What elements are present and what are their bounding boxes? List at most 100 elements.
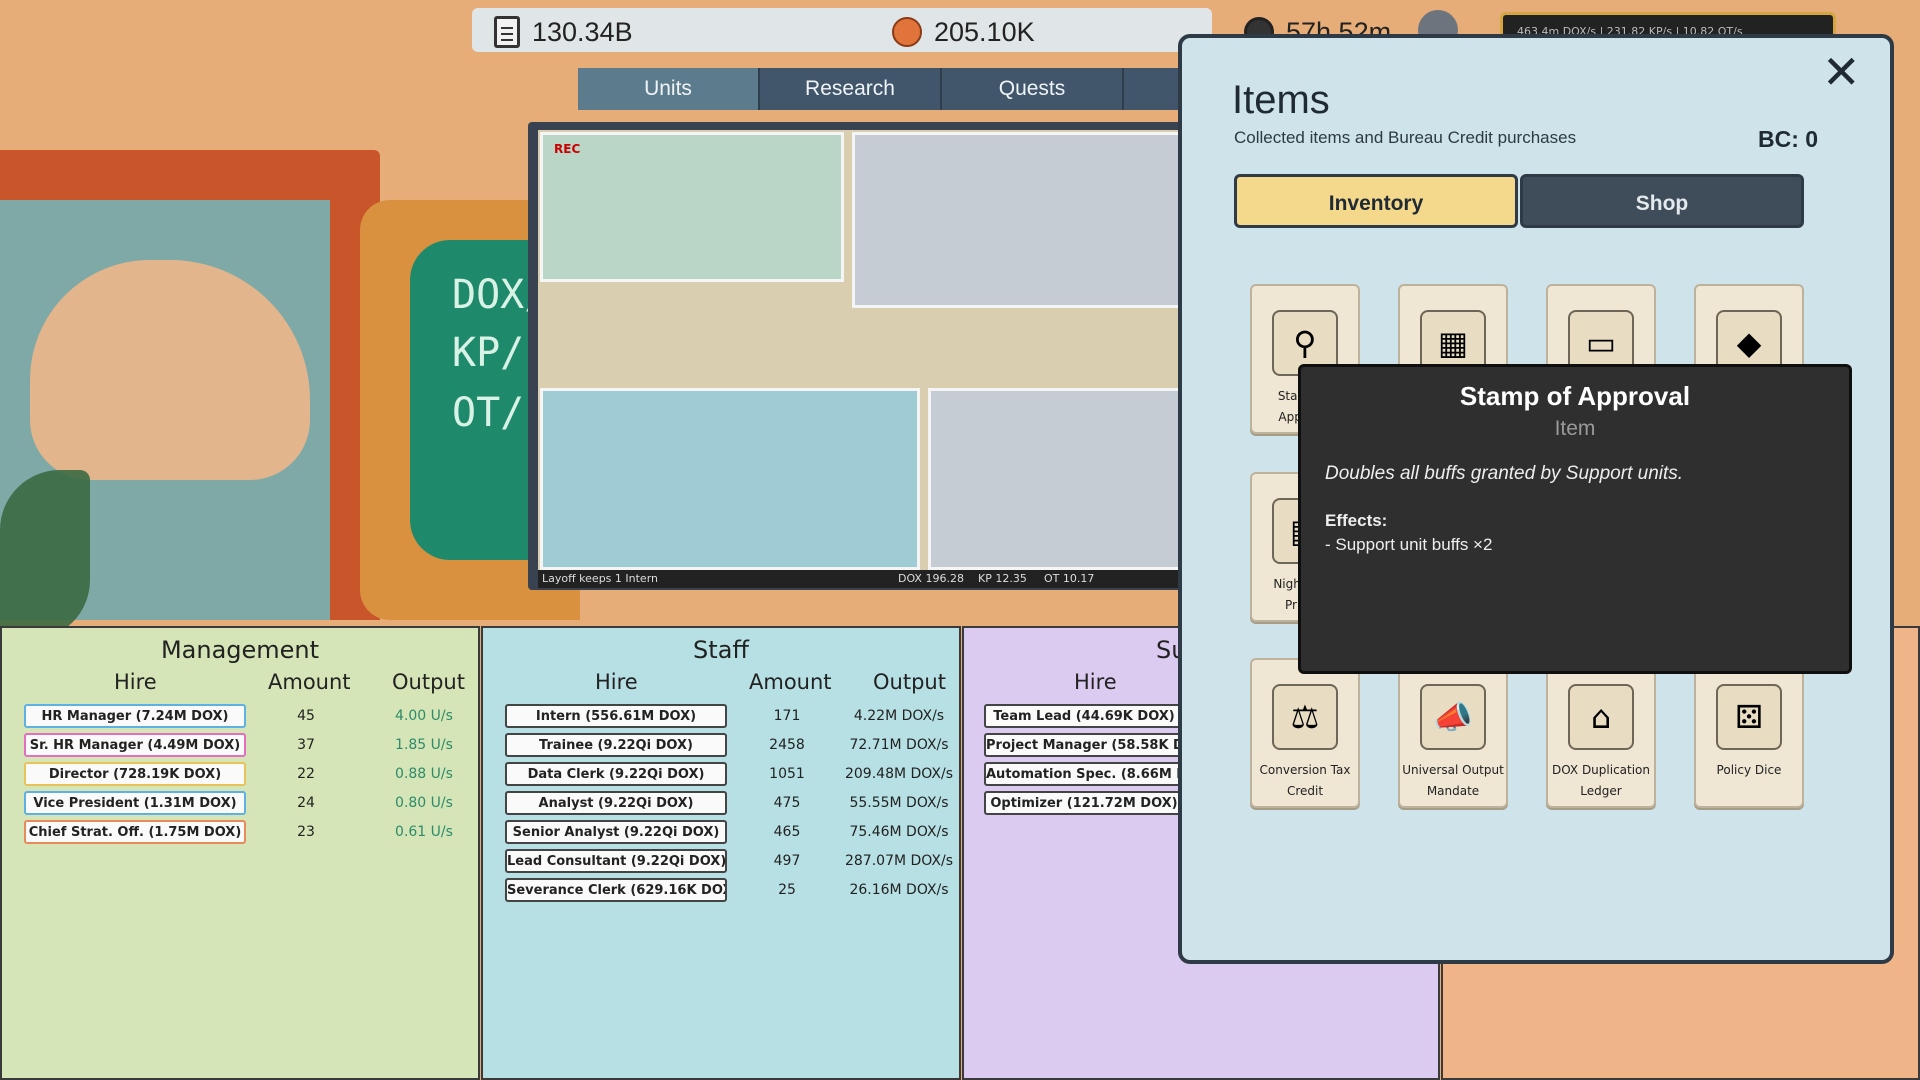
tooltip-type: Item	[1554, 417, 1596, 440]
unit-row: Lead Consultant (9.22Qi DOX) 497 287.07M D…	[483, 849, 959, 878]
room-bottom-left	[540, 388, 920, 570]
item-tooltip: Stamp of Approval Item Doubles all buffs…	[1298, 364, 1852, 674]
unit-row: Analyst (9.22Qi DOX) 475 55.55M DOX/s	[483, 791, 959, 820]
unit-row: Severance Clerk (629.16K DOX) 25 26.16M DO…	[483, 878, 959, 907]
binder-clip-icon: ⌂	[1568, 684, 1634, 750]
item-card[interactable]: ⚖ Conversion Tax Credit	[1250, 658, 1360, 808]
unit-row: Sr. HR Manager (4.49M DOX) 37 1.85 U/s	[2, 733, 478, 762]
hire-button[interactable]: HR Manager (7.24M DOX)	[24, 704, 246, 728]
unit-output: 72.71M DOX/s	[849, 737, 949, 753]
management-title: Management	[160, 636, 320, 664]
unit-output: 4.22M DOX/s	[853, 708, 945, 724]
knowledge-counter: 205.10K	[892, 12, 1035, 52]
staff-hire-header: Hire	[595, 670, 638, 694]
documents-value: 130.34B	[532, 16, 633, 47]
office-view[interactable]: REC Layoff keeps 1 Intern DOX 196.28 KP …	[528, 122, 1188, 590]
staff-panel: Staff Hire Amount Output Intern (556.61M…	[481, 626, 961, 1080]
unit-amount: 24	[297, 795, 315, 811]
unit-output: 4.00 U/s	[395, 708, 453, 724]
item-card[interactable]: 📣 Universal Output Mandate	[1398, 658, 1508, 808]
unit-amount: 37	[297, 737, 315, 753]
unit-output: 55.55M DOX/s	[849, 795, 949, 811]
hire-button[interactable]: Vice President (1.31M DOX)	[24, 791, 246, 815]
rec-indicator: REC	[554, 142, 581, 156]
plant-decoration	[0, 470, 90, 640]
unit-amount: 171	[773, 708, 801, 724]
tab-quests[interactable]: Quests	[942, 68, 1124, 110]
management-output-header: Output	[392, 670, 465, 694]
office-status-bar: Layoff keeps 1 Intern DOX 196.28 KP 12.3…	[538, 570, 1178, 588]
room-top-left	[540, 132, 844, 282]
unit-output: 75.46M DOX/s	[849, 824, 949, 840]
unit-amount: 497	[773, 853, 801, 869]
unit-row: Vice President (1.31M DOX) 24 0.80 U/s	[2, 791, 478, 820]
management-panel: Management Hire Amount Output HR Manager…	[0, 626, 480, 1080]
hire-button[interactable]: Team Lead (44.69K DOX)	[984, 704, 1184, 728]
close-icon[interactable]: ✕	[1822, 48, 1861, 96]
unit-row: HR Manager (7.24M DOX) 45 4.00 U/s	[2, 704, 478, 733]
item-label: Conversion Tax Credit	[1259, 763, 1351, 798]
item-label: Policy Dice	[1716, 763, 1782, 777]
management-amount-header: Amount	[268, 670, 351, 694]
hire-button[interactable]: Director (728.19K DOX)	[24, 762, 246, 786]
tooltip-effects-label: Effects:	[1325, 511, 1388, 530]
item-glyph: 📣	[1433, 698, 1473, 736]
layoff-note: Layoff keeps 1 Intern	[542, 572, 658, 585]
hire-button[interactable]: Chief Strat. Off. (1.75M DOX)	[24, 820, 246, 844]
document-icon	[494, 16, 520, 48]
unit-row: Senior Analyst (9.22Qi DOX) 465 75.46M DOX…	[483, 820, 959, 849]
item-label: DOX Duplication Ledger	[1551, 763, 1651, 798]
support-hire-header: Hire	[1074, 670, 1117, 694]
office-dox: DOX 196.28	[898, 572, 964, 585]
unit-row: Director (728.19K DOX) 22 0.88 U/s	[2, 762, 478, 791]
tooltip-effect: - Support unit buffs ×2	[1325, 535, 1493, 554]
tab-research[interactable]: Research	[760, 68, 942, 110]
hire-button[interactable]: Trainee (9.22Qi DOX)	[505, 733, 727, 757]
monitor-line-ot: OT/	[452, 390, 525, 436]
scale-icon: ⚖	[1272, 684, 1338, 750]
hire-button[interactable]: Lead Consultant (9.22Qi DOX)	[505, 849, 727, 873]
hire-button[interactable]: Severance Clerk (629.16K DOX)	[505, 878, 727, 902]
unit-amount: 1051	[769, 766, 805, 782]
management-hire-header: Hire	[114, 670, 157, 694]
unit-output: 0.88 U/s	[395, 766, 453, 782]
hire-button[interactable]: Sr. HR Manager (4.49M DOX)	[24, 733, 246, 757]
staff-output-header: Output	[873, 670, 946, 694]
inventory-tab[interactable]: Inventory	[1234, 174, 1518, 228]
shop-tab[interactable]: Shop	[1520, 174, 1804, 228]
hire-button[interactable]: Data Clerk (9.22Qi DOX)	[505, 762, 727, 786]
unit-amount: 2458	[769, 737, 805, 753]
items-title: Items	[1232, 78, 1330, 122]
office-kp: KP 12.35	[978, 572, 1027, 585]
hire-button[interactable]: Senior Analyst (9.22Qi DOX)	[505, 820, 727, 844]
unit-row: Chief Strat. Off. (1.75M DOX) 23 0.61 U/s	[2, 820, 478, 849]
hire-button[interactable]: Optimizer (121.72M DOX)	[984, 791, 1184, 815]
office-floor: REC	[538, 130, 1182, 570]
hire-button[interactable]: Analyst (9.22Qi DOX)	[505, 791, 727, 815]
hire-button[interactable]: Intern (556.61M DOX)	[505, 704, 727, 728]
bureau-credit: BC: 0	[1758, 126, 1819, 152]
documents-counter: 130.34B	[494, 12, 633, 52]
room-top-right	[852, 132, 1182, 308]
dice-icon: ⚄	[1716, 684, 1782, 750]
item-glyph: ⚄	[1735, 698, 1763, 736]
hire-button[interactable]: Automation Spec. (8.66M DO	[984, 762, 1184, 786]
staff-title: Staff	[693, 636, 749, 664]
item-card[interactable]: ⚄ Policy Dice	[1694, 658, 1804, 808]
item-glyph: ⌂	[1590, 698, 1612, 736]
item-glyph: ⚖	[1290, 698, 1320, 736]
hire-button[interactable]: Project Manager (58.58K DO	[984, 733, 1184, 757]
tooltip-description: Doubles all buffs granted by Support uni…	[1325, 463, 1684, 484]
unit-amount: 475	[773, 795, 801, 811]
unit-output: 0.80 U/s	[395, 795, 453, 811]
unit-row: Intern (556.61M DOX) 171 4.22M DOX/s	[483, 704, 959, 733]
unit-amount: 465	[773, 824, 801, 840]
brain-icon	[892, 17, 922, 47]
unit-output: 1.85 U/s	[395, 737, 453, 753]
unit-amount: 22	[297, 766, 315, 782]
monitor-line-kp: KP/	[452, 330, 525, 376]
staff-amount-header: Amount	[749, 670, 832, 694]
item-card[interactable]: ⌂ DOX Duplication Ledger	[1546, 658, 1656, 808]
knowledge-value: 205.10K	[934, 16, 1035, 47]
tab-units[interactable]: Units	[578, 68, 760, 110]
